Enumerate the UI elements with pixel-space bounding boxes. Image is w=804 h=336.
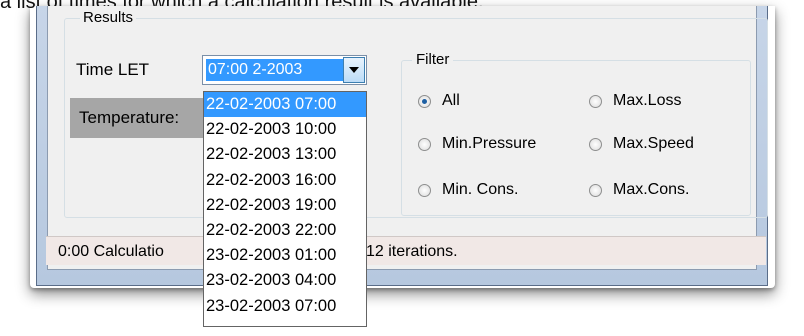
- dropdown-option[interactable]: 22-02-2003 16:00: [204, 168, 366, 193]
- status-bar: 0:00 Calculatio 12 iterations.: [46, 236, 766, 265]
- radio-unchecked-icon: [418, 137, 431, 151]
- radio-unchecked-icon: [589, 137, 602, 151]
- time-let-combobox[interactable]: 2-2003 07:00: [202, 55, 367, 85]
- filter-radio-max-speed[interactable]: Max.Speed: [589, 135, 694, 153]
- dropdown-option[interactable]: 22-02-2003 22:00: [204, 218, 366, 243]
- chevron-down-icon: [349, 67, 359, 73]
- dropdown-option[interactable]: 22-02-2003 13:00: [204, 142, 366, 167]
- status-iterations: 12 iterations.: [366, 243, 458, 260]
- dropdown-option[interactable]: 23-02-2003 04:00: [204, 268, 366, 293]
- filter-radio-min-pressure[interactable]: Min.Pressure: [418, 135, 536, 153]
- filter-radio-label: Max.Speed: [613, 135, 694, 152]
- dropdown-toggle-button[interactable]: [343, 57, 365, 83]
- filter-radio-label: Min.Pressure: [442, 135, 537, 152]
- radio-unchecked-icon: [589, 94, 602, 108]
- filter-radio-min-cons[interactable]: Min. Cons.: [418, 181, 518, 199]
- filter-title: Filter: [412, 49, 454, 71]
- temperature-label: Temperature:: [70, 98, 210, 138]
- filter-radio-max-loss[interactable]: Max.Loss: [589, 92, 681, 110]
- time-let-dropdown-list[interactable]: 22-02-2003 07:00 22-02-2003 10:00 22-02-…: [203, 91, 367, 327]
- radio-checked-icon: [418, 94, 431, 108]
- filter-radio-label: Max.Cons.: [613, 181, 690, 198]
- radio-unchecked-icon: [589, 183, 602, 197]
- filter-radio-label: Max.Loss: [613, 92, 682, 109]
- results-title: Results: [80, 7, 137, 29]
- time-let-selected-value: 2-2003 07:00: [206, 59, 350, 81]
- dropdown-option[interactable]: 23-02-2003 07:00: [204, 294, 366, 319]
- filter-radio-max-cons[interactable]: Max.Cons.: [589, 181, 689, 199]
- dropdown-option[interactable]: 22-02-2003 07:00: [204, 92, 366, 118]
- filter-radio-label: Min. Cons.: [442, 181, 519, 198]
- dropdown-option[interactable]: 23-02-2003 01:00: [204, 243, 366, 268]
- dropdown-option[interactable]: 22-02-2003 19:00: [204, 193, 366, 218]
- filter-radio-label: All: [442, 92, 460, 109]
- time-let-label: Time LET: [76, 60, 150, 79]
- status-text: 0:00 Calculatio: [58, 243, 164, 260]
- dropdown-option[interactable]: 22-02-2003 10:00: [204, 117, 366, 142]
- radio-unchecked-icon: [418, 183, 431, 197]
- filter-radio-all[interactable]: All: [418, 92, 460, 110]
